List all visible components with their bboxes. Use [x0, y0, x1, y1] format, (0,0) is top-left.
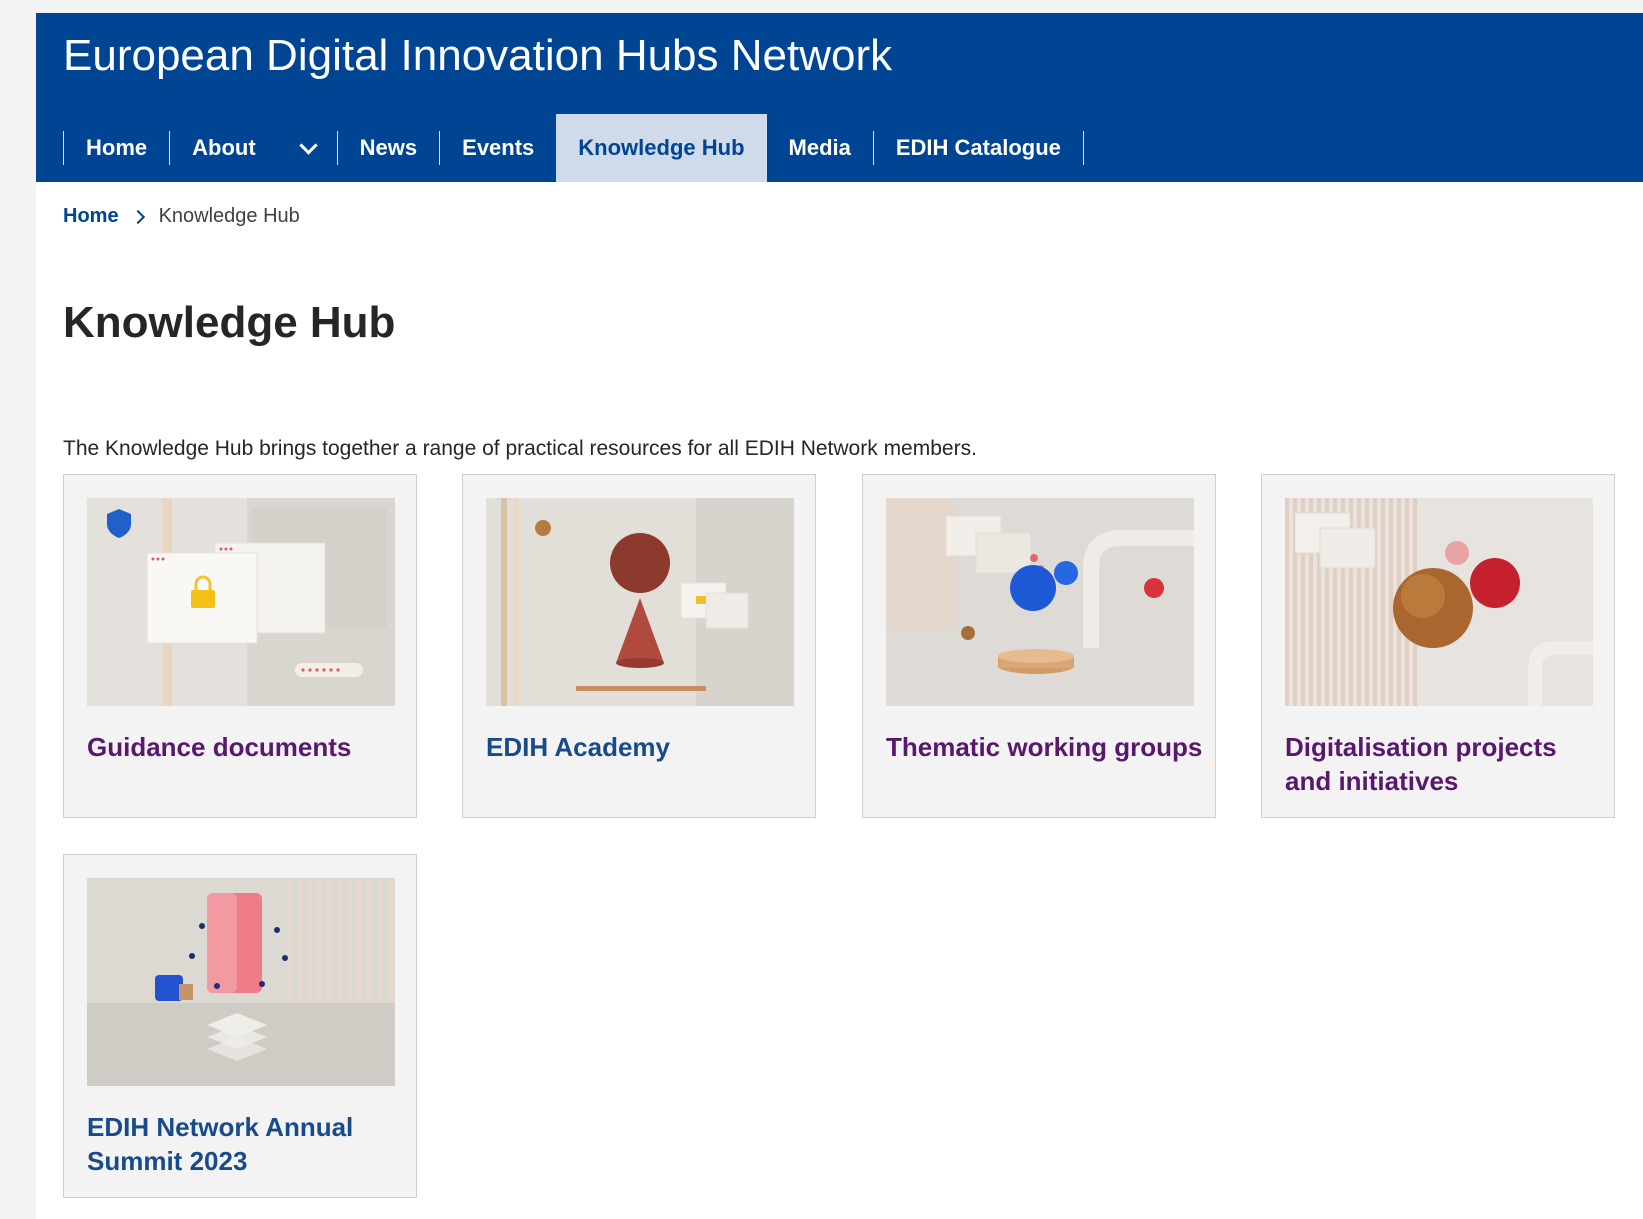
chevron-down-icon[interactable]	[298, 135, 318, 155]
card-image[interactable]	[886, 498, 1194, 706]
page-title: Knowledge Hub	[63, 298, 396, 347]
card-image[interactable]	[87, 498, 395, 706]
nav-item-label: News	[359, 135, 418, 160]
card-image[interactable]	[1285, 498, 1593, 706]
nav-item-about[interactable]: About	[170, 114, 337, 182]
security-lock-illustration	[87, 498, 395, 706]
chevron-right-icon	[130, 209, 145, 224]
card-title[interactable]: Guidance documents	[87, 730, 407, 764]
intro-text: The Knowledge Hub brings together a rang…	[63, 437, 977, 460]
cone-sphere-illustration	[486, 498, 794, 706]
card-annual-summit-2023[interactable]: EDIH Network Annual Summit 2023	[63, 854, 417, 1198]
main-nav: Home About News Events Knowledge Hub Med…	[63, 114, 1084, 182]
nav-item-label: Home	[86, 135, 148, 160]
breadcrumb-current: Knowledge Hub	[158, 205, 300, 227]
breadcrumb-home-link[interactable]: Home	[63, 205, 119, 228]
card-digitalisation-projects[interactable]: Digitalisation projects and initiatives	[1261, 474, 1615, 818]
nav-item-label: Knowledge Hub	[578, 135, 745, 160]
card-title[interactable]: EDIH Network Annual Summit 2023	[87, 1110, 407, 1178]
page: European Digital Innovation Hubs Network…	[36, 13, 1643, 1219]
card-guidance-documents[interactable]: Guidance documents	[63, 474, 417, 818]
spheres-podium-illustration	[886, 498, 1194, 706]
nav-item-label: EDIH Catalogue	[895, 135, 1061, 160]
nav-item-media[interactable]: Media	[767, 114, 873, 182]
nav-item-home[interactable]: Home	[64, 114, 169, 182]
pink-block-layers-illustration	[87, 878, 395, 1086]
nav-item-news[interactable]: News	[338, 114, 439, 182]
card-image[interactable]	[87, 878, 395, 1086]
breadcrumb: Home Knowledge Hub	[63, 205, 300, 228]
nav-divider	[1082, 131, 1084, 165]
card-title[interactable]: EDIH Academy	[486, 730, 806, 764]
nav-item-label: Media	[788, 135, 851, 160]
card-image[interactable]	[486, 498, 794, 706]
nav-item-knowledge-hub[interactable]: Knowledge Hub	[556, 114, 767, 182]
wooden-sphere-illustration	[1285, 498, 1593, 706]
site-header: European Digital Innovation Hubs Network…	[36, 13, 1643, 182]
nav-item-label: Events	[462, 135, 535, 160]
card-title[interactable]: Digitalisation projects and initiatives	[1285, 730, 1605, 798]
site-title[interactable]: European Digital Innovation Hubs Network	[63, 31, 892, 81]
card-edih-academy[interactable]: EDIH Academy	[462, 474, 816, 818]
nav-item-events[interactable]: Events	[440, 114, 556, 182]
card-title[interactable]: Thematic working groups	[886, 730, 1206, 764]
nav-item-edih-catalogue[interactable]: EDIH Catalogue	[874, 114, 1083, 182]
nav-item-label: About	[192, 135, 256, 160]
card-thematic-working-groups[interactable]: Thematic working groups	[862, 474, 1216, 818]
